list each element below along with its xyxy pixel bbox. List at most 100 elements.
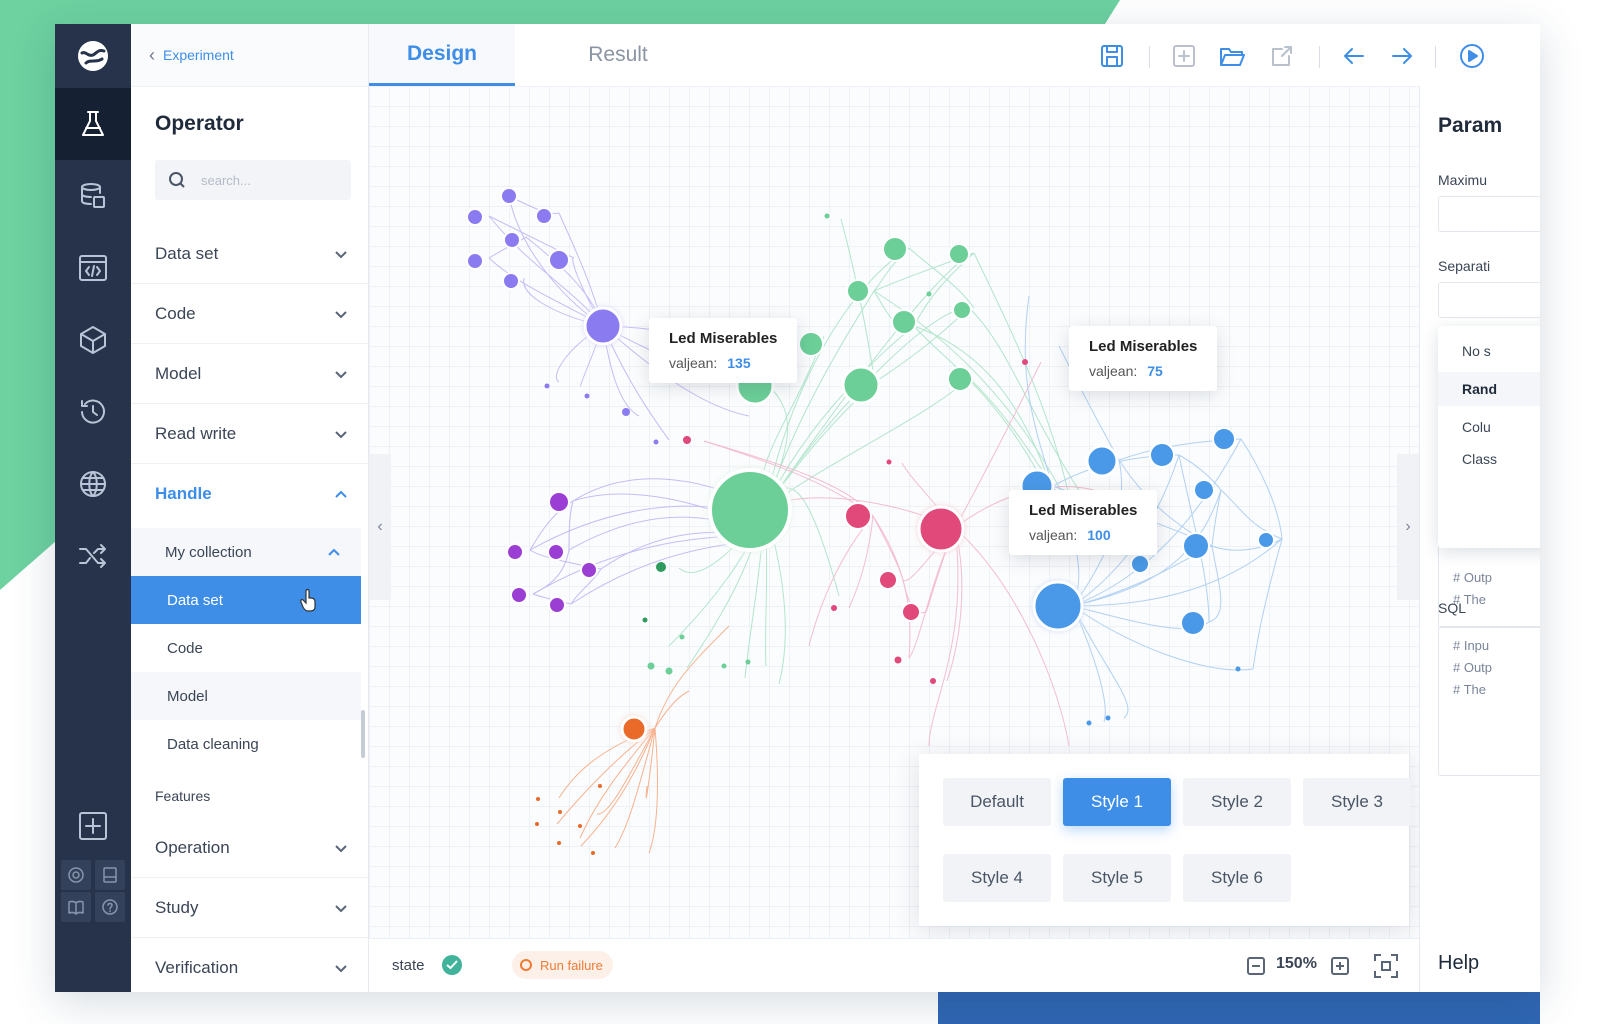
style-4-button[interactable]: Style 4 <box>943 854 1051 902</box>
style-3-button[interactable]: Style 3 <box>1303 778 1411 826</box>
zoom-out-icon[interactable] <box>1247 957 1265 980</box>
graph-node[interactable] <box>500 187 518 205</box>
style-1-button[interactable]: Style 1 <box>1063 778 1171 826</box>
cube-icon[interactable] <box>55 304 131 376</box>
graph-node[interactable] <box>653 439 659 445</box>
graph-node[interactable] <box>466 252 484 270</box>
collection-item-data-cleaning[interactable]: Data cleaning <box>131 720 361 768</box>
graph-node[interactable] <box>1149 442 1175 468</box>
graph-node[interactable] <box>1193 479 1215 501</box>
zoom-in-icon[interactable] <box>1331 957 1349 980</box>
graph-node[interactable] <box>1182 532 1210 560</box>
graph-node[interactable] <box>948 243 970 265</box>
graph-node[interactable] <box>665 667 673 675</box>
graph-node[interactable] <box>503 231 521 249</box>
graph-node[interactable] <box>583 306 623 346</box>
category-handle[interactable]: Handle <box>131 464 368 524</box>
code-window-icon[interactable] <box>55 232 131 304</box>
graph-node[interactable] <box>547 543 565 561</box>
graph-node[interactable] <box>1085 444 1119 478</box>
flask-icon[interactable] <box>55 88 131 160</box>
graph-node[interactable] <box>557 841 561 845</box>
graph-node[interactable] <box>952 300 972 320</box>
dropdown-option[interactable]: Rand <box>1438 372 1540 406</box>
graph-node[interactable] <box>548 249 570 271</box>
globe-icon[interactable] <box>55 448 131 520</box>
graph-node[interactable] <box>548 491 570 513</box>
graph-node[interactable] <box>1180 610 1206 636</box>
graph-node[interactable] <box>926 291 932 297</box>
graph-node[interactable] <box>930 678 936 684</box>
graph-node[interactable] <box>536 797 540 801</box>
collection-item-model[interactable]: Model <box>131 672 361 720</box>
graph-node[interactable] <box>1235 666 1241 672</box>
add-node-icon[interactable] <box>1169 41 1199 71</box>
graph-node[interactable] <box>798 331 824 357</box>
graph-node[interactable] <box>917 505 965 553</box>
graph-node[interactable] <box>708 468 792 552</box>
add-icon[interactable] <box>55 790 131 862</box>
graph-node[interactable] <box>656 562 666 572</box>
run-icon[interactable] <box>1457 41 1487 71</box>
category-code[interactable]: Code <box>131 284 368 344</box>
collection-item-data-set[interactable]: Data set <box>131 576 361 624</box>
book-icon[interactable] <box>61 892 91 922</box>
style-2-button[interactable]: Style 2 <box>1183 778 1291 826</box>
run-failure-badge[interactable]: Run failure <box>512 951 613 979</box>
category-verification[interactable]: Verification <box>131 938 368 992</box>
operator-search[interactable] <box>155 160 351 200</box>
graph-node[interactable] <box>642 617 648 623</box>
tab-design[interactable]: Design <box>369 24 515 86</box>
graph-node[interactable] <box>901 602 921 622</box>
graph-node[interactable] <box>466 208 484 226</box>
graph-node[interactable] <box>894 656 902 664</box>
graph-node[interactable] <box>882 236 908 262</box>
style-default-button[interactable]: Default <box>943 778 1051 826</box>
graph-node[interactable] <box>891 309 917 335</box>
category-operation[interactable]: Operation <box>131 818 368 878</box>
help-link[interactable]: Help <box>1438 952 1479 975</box>
category-study[interactable]: Study <box>131 878 368 938</box>
graph-node[interactable] <box>841 365 881 405</box>
graph-node[interactable] <box>535 207 553 225</box>
graph-node[interactable] <box>622 408 630 416</box>
panel-scrollbar[interactable] <box>361 710 365 758</box>
graph-node[interactable] <box>510 586 528 604</box>
tab-result[interactable]: Result <box>545 24 691 86</box>
sql-editor[interactable]: # Inpu # Outp # The <box>1438 626 1540 776</box>
style-5-button[interactable]: Style 5 <box>1063 854 1171 902</box>
graph-node[interactable] <box>679 634 685 640</box>
save-icon[interactable] <box>1097 41 1127 71</box>
category-data-set[interactable]: Data set <box>131 224 368 284</box>
my-collection-group[interactable]: My collection <box>131 528 361 576</box>
graph-node[interactable] <box>824 213 830 219</box>
back-link[interactable]: ‹ Experiment <box>149 45 234 66</box>
graph-node[interactable] <box>647 662 655 670</box>
logo-icon[interactable] <box>55 24 131 88</box>
graph-node[interactable] <box>878 570 898 590</box>
design-canvas[interactable]: ‹ › Led Miserables valjean: 135 Led Miser… <box>369 86 1419 938</box>
database-icon[interactable] <box>55 160 131 232</box>
graph-node[interactable] <box>584 393 590 399</box>
graph-node[interactable] <box>548 596 566 614</box>
settings-icon[interactable] <box>61 860 91 890</box>
dropdown-option[interactable]: Colu <box>1438 410 1540 444</box>
redo-icon[interactable] <box>1387 41 1417 71</box>
history-icon[interactable] <box>55 376 131 448</box>
graph-node[interactable] <box>831 605 837 611</box>
category-read-write[interactable]: Read write <box>131 404 368 464</box>
graph-node[interactable] <box>1086 720 1092 726</box>
help-icon[interactable] <box>95 892 125 922</box>
graph-node[interactable] <box>544 383 550 389</box>
graph-node[interactable] <box>1105 715 1111 721</box>
fit-screen-icon[interactable] <box>1373 953 1399 984</box>
graph-node[interactable] <box>947 366 973 392</box>
graph-node[interactable] <box>745 659 751 665</box>
graph-node[interactable] <box>721 663 727 669</box>
graph-node[interactable] <box>506 543 524 561</box>
graph-node[interactable] <box>683 436 691 444</box>
graph-node[interactable] <box>886 459 892 465</box>
separation-select[interactable] <box>1438 282 1540 318</box>
style-6-button[interactable]: Style 6 <box>1183 854 1291 902</box>
folder-open-icon[interactable] <box>1217 41 1247 71</box>
